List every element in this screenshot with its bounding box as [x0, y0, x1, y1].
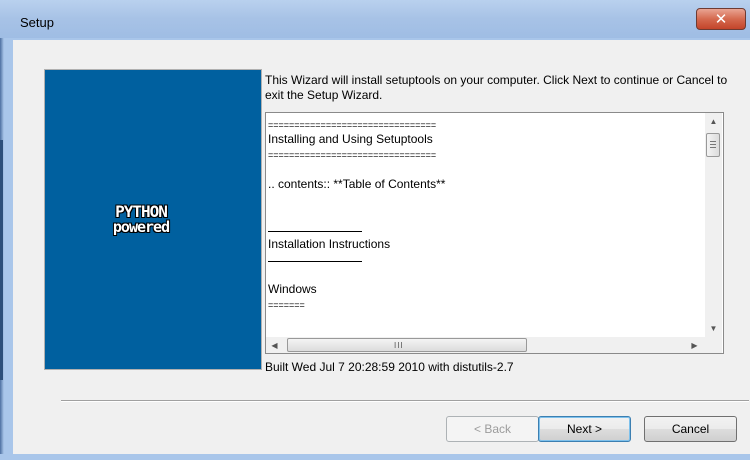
grip-line [710, 147, 716, 148]
grip-line [710, 141, 716, 142]
horizontal-scroll-thumb[interactable]: III [287, 338, 527, 352]
grip-line [710, 144, 716, 145]
next-button[interactable]: Next > [538, 416, 631, 442]
window-bottom-frame [0, 454, 750, 460]
scroll-down-icon[interactable]: ▼ [705, 320, 722, 337]
python-banner: PYTHON powered [44, 69, 262, 370]
readme-contents-directive: .. contents:: **Table of Contents** [268, 177, 446, 191]
thumb-grip: III [394, 341, 404, 350]
frame-accent [0, 140, 3, 380]
window-title: Setup [20, 15, 54, 30]
scroll-left-icon[interactable]: ◀ [266, 337, 283, 353]
wizard-body: PYTHON powered This Wizard will install … [13, 40, 750, 454]
readme-section-installation: Installation Instructions [268, 237, 391, 251]
horizontal-scrollbar[interactable]: ◀ III ▶ [266, 337, 705, 353]
section-rule [268, 252, 698, 267]
logo-line-powered: powered [112, 218, 170, 236]
scroll-up-icon[interactable]: ▲ [705, 113, 722, 130]
rule-line [268, 231, 362, 232]
vertical-scrollbar[interactable]: ▲ ▼ [705, 113, 722, 337]
readme-textbox[interactable]: ================================ Install… [265, 112, 724, 354]
readme-separator: ================================ [268, 120, 437, 130]
intro-text: This Wizard will install setuptools on y… [265, 73, 728, 102]
scroll-right-icon[interactable]: ▶ [686, 337, 703, 353]
build-info: Built Wed Jul 7 20:28:59 2010 with distu… [265, 360, 514, 374]
section-rule [268, 222, 698, 237]
cancel-button[interactable]: Cancel [644, 416, 737, 442]
footer-divider [61, 400, 749, 402]
setup-window: Setup ✕ PYTHON powered This Wizard will … [0, 0, 750, 460]
title-bar[interactable]: Setup ✕ [0, 0, 750, 38]
rule-line [268, 261, 362, 262]
readme-content: ================================ Install… [268, 117, 698, 312]
vertical-scroll-thumb[interactable] [706, 133, 720, 157]
scrollbar-corner [705, 337, 722, 353]
python-powered-logo: PYTHON powered [96, 204, 186, 235]
close-button[interactable]: ✕ [696, 8, 746, 30]
readme-section-windows: Windows [268, 282, 317, 296]
back-button[interactable]: < Back [446, 416, 539, 442]
readme-separator: ================================ [268, 150, 437, 160]
readme-section-underline: ======= [268, 300, 305, 310]
close-icon: ✕ [714, 10, 728, 28]
window-left-frame [0, 0, 13, 460]
readme-heading: Installing and Using Setuptools [268, 132, 433, 146]
